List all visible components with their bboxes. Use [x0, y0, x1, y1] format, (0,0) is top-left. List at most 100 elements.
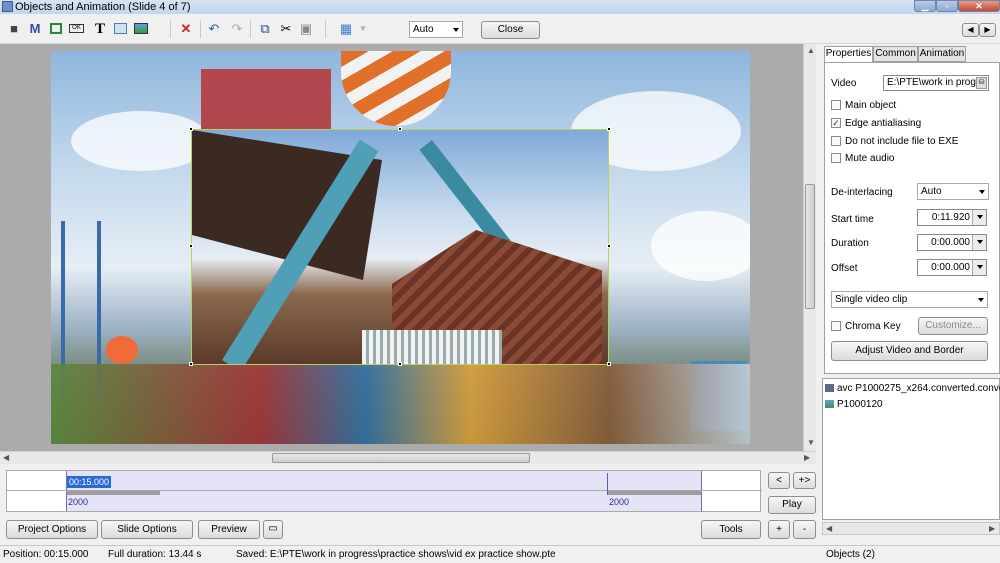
scroll-thumb[interactable] — [272, 453, 530, 463]
timeline[interactable]: 00:15.000 2000 2000 — [6, 470, 762, 512]
duration-label-left: 2000 — [68, 497, 89, 507]
chevron-down-icon[interactable] — [972, 260, 986, 275]
delete-icon[interactable]: ✕ — [178, 21, 194, 37]
tab-properties[interactable]: Properties — [824, 46, 873, 63]
remove-object-button[interactable]: - — [793, 520, 816, 539]
start-time-field[interactable]: 0:11.920 — [917, 209, 987, 226]
cut-icon[interactable]: ✂ — [278, 21, 294, 37]
resize-handle[interactable] — [398, 127, 402, 131]
adjust-video-border-button[interactable]: Adjust Video and Border — [831, 341, 988, 361]
properties-panel: Properties Common Animation Video E:\PTE… — [820, 44, 1000, 374]
video-icon — [825, 384, 834, 392]
tools-button[interactable]: Tools — [701, 520, 761, 539]
tab-animation[interactable]: Animation — [918, 46, 966, 62]
next-keyframe-button[interactable]: +> — [793, 472, 816, 489]
paste-icon[interactable]: ▣ — [298, 21, 314, 37]
prev-keyframe-button[interactable]: < — [768, 472, 790, 489]
saved-path: Saved: E:\PTE\work in progress\practice … — [236, 549, 556, 560]
object-name: avc P1000275_x264.converted.converte — [837, 383, 1000, 394]
toolbar: ■ M OK T ✕ ↶ ↷ ⧉ ✂ ▣ ▦ ▼ Auto Close ◀ ▶ — [0, 14, 1000, 44]
position-label: Position: — [3, 549, 42, 560]
button-icon[interactable]: OK — [68, 21, 86, 37]
tab-common[interactable]: Common — [873, 46, 918, 62]
offset-value: 0:00.000 — [931, 262, 970, 273]
video-camera-icon[interactable]: ■ — [6, 21, 22, 37]
resize-handle[interactable] — [398, 362, 402, 366]
resize-handle[interactable] — [607, 244, 611, 248]
slide-options-button[interactable]: Slide Options — [101, 520, 193, 539]
window-title: Objects and Animation (Slide 4 of 7) — [15, 1, 191, 13]
tab-scroll-right-button[interactable]: ▶ — [979, 23, 996, 37]
chevron-down-icon[interactable] — [972, 235, 986, 250]
objects-horizontal-scrollbar[interactable]: ◀ ▶ — [822, 522, 1000, 535]
scroll-left-icon[interactable]: ◀ — [3, 453, 9, 462]
deinterlacing-value: Auto — [921, 186, 942, 197]
deinterlacing-select[interactable]: Auto — [917, 183, 989, 200]
properties-content: Video E:\PTE\work in progre ⛁ Main objec… — [824, 62, 1000, 374]
redo-icon[interactable]: ↷ — [229, 21, 245, 37]
mask-icon[interactable]: M — [27, 21, 43, 37]
zoom-select[interactable]: Auto — [409, 21, 463, 38]
project-options-button[interactable]: Project Options — [6, 520, 98, 539]
resize-handle[interactable] — [607, 362, 611, 366]
scroll-left-icon[interactable]: ◀ — [826, 524, 832, 533]
video-path-field[interactable]: E:\PTE\work in progre ⛁ — [883, 75, 989, 91]
minimize-button[interactable]: ▁ — [914, 0, 936, 12]
object-name: P1000120 — [837, 399, 883, 410]
preview-window-button[interactable]: ▭ — [263, 520, 283, 539]
chroma-key-checkbox[interactable] — [831, 321, 841, 331]
preview-button[interactable]: Preview — [198, 520, 260, 539]
duration-bar[interactable] — [67, 491, 160, 495]
scroll-up-icon[interactable]: ▲ — [807, 46, 815, 55]
edge-antialiasing-checkbox[interactable]: ✓ — [831, 118, 841, 128]
scroll-thumb[interactable] — [805, 184, 815, 309]
zoom-value: Auto — [413, 24, 434, 35]
do-not-include-checkbox[interactable] — [831, 136, 841, 146]
canvas-horizontal-scrollbar[interactable]: ◀ ▶ — [0, 451, 816, 464]
chevron-down-icon[interactable] — [972, 210, 986, 225]
close-window-button[interactable]: ✕ — [958, 0, 1000, 12]
position-value: 00:15.000 — [44, 549, 89, 560]
canvas-vertical-scrollbar[interactable]: ▲ ▼ — [803, 44, 816, 451]
chevron-down-icon[interactable]: ▼ — [355, 21, 371, 37]
image-icon[interactable] — [112, 21, 128, 37]
tab-scroll-left-button[interactable]: ◀ — [962, 23, 979, 37]
maximize-button[interactable]: ▫ — [936, 0, 958, 12]
resize-handle[interactable] — [189, 244, 193, 248]
play-button[interactable]: Play — [768, 496, 816, 514]
frame-icon[interactable] — [48, 21, 64, 37]
duration-field[interactable]: 0:00.000 — [917, 234, 987, 251]
scroll-right-icon[interactable]: ▶ — [804, 453, 810, 462]
scroll-down-icon[interactable]: ▼ — [807, 438, 815, 447]
copy-icon[interactable]: ⧉ — [257, 21, 273, 37]
scroll-right-icon[interactable]: ▶ — [989, 524, 995, 533]
timeline-keyframe[interactable] — [607, 473, 608, 495]
resize-handle[interactable] — [607, 127, 611, 131]
mute-audio-checkbox[interactable] — [831, 153, 841, 163]
full-duration: Full duration: 13.44 s — [108, 549, 202, 560]
grid-icon[interactable]: ▦ — [338, 21, 354, 37]
resize-handle[interactable] — [189, 362, 193, 366]
duration-bar[interactable] — [607, 491, 701, 495]
text-icon[interactable]: T — [92, 21, 108, 37]
resize-handle[interactable] — [189, 127, 193, 131]
customize-button[interactable]: Customize... — [918, 317, 988, 335]
list-item[interactable]: avc P1000275_x264.converted.converte — [825, 383, 1000, 394]
main-object-checkbox[interactable] — [831, 100, 841, 110]
slide-canvas[interactable] — [0, 44, 803, 451]
undo-icon[interactable]: ↶ — [206, 21, 222, 37]
title-bar: Objects and Animation (Slide 4 of 7) ▁ ▫… — [0, 0, 1000, 14]
add-object-button[interactable]: + — [768, 520, 790, 539]
clip-mode-select[interactable]: Single video clip — [831, 291, 988, 308]
list-item[interactable]: P1000120 — [825, 399, 883, 410]
objects-list[interactable]: avc P1000275_x264.converted.converte P10… — [822, 378, 1000, 520]
start-time-value: 0:11.920 — [931, 212, 970, 223]
current-time-label: 00:15.000 — [67, 476, 112, 488]
picture-icon[interactable] — [133, 21, 149, 37]
deinterlacing-label: De-interlacing — [831, 187, 893, 198]
close-button[interactable]: Close — [481, 21, 540, 39]
browse-icon[interactable]: ⛁ — [976, 77, 987, 89]
offset-label: Offset — [831, 263, 858, 274]
offset-field[interactable]: 0:00.000 — [917, 259, 987, 276]
video-object[interactable] — [191, 129, 609, 365]
